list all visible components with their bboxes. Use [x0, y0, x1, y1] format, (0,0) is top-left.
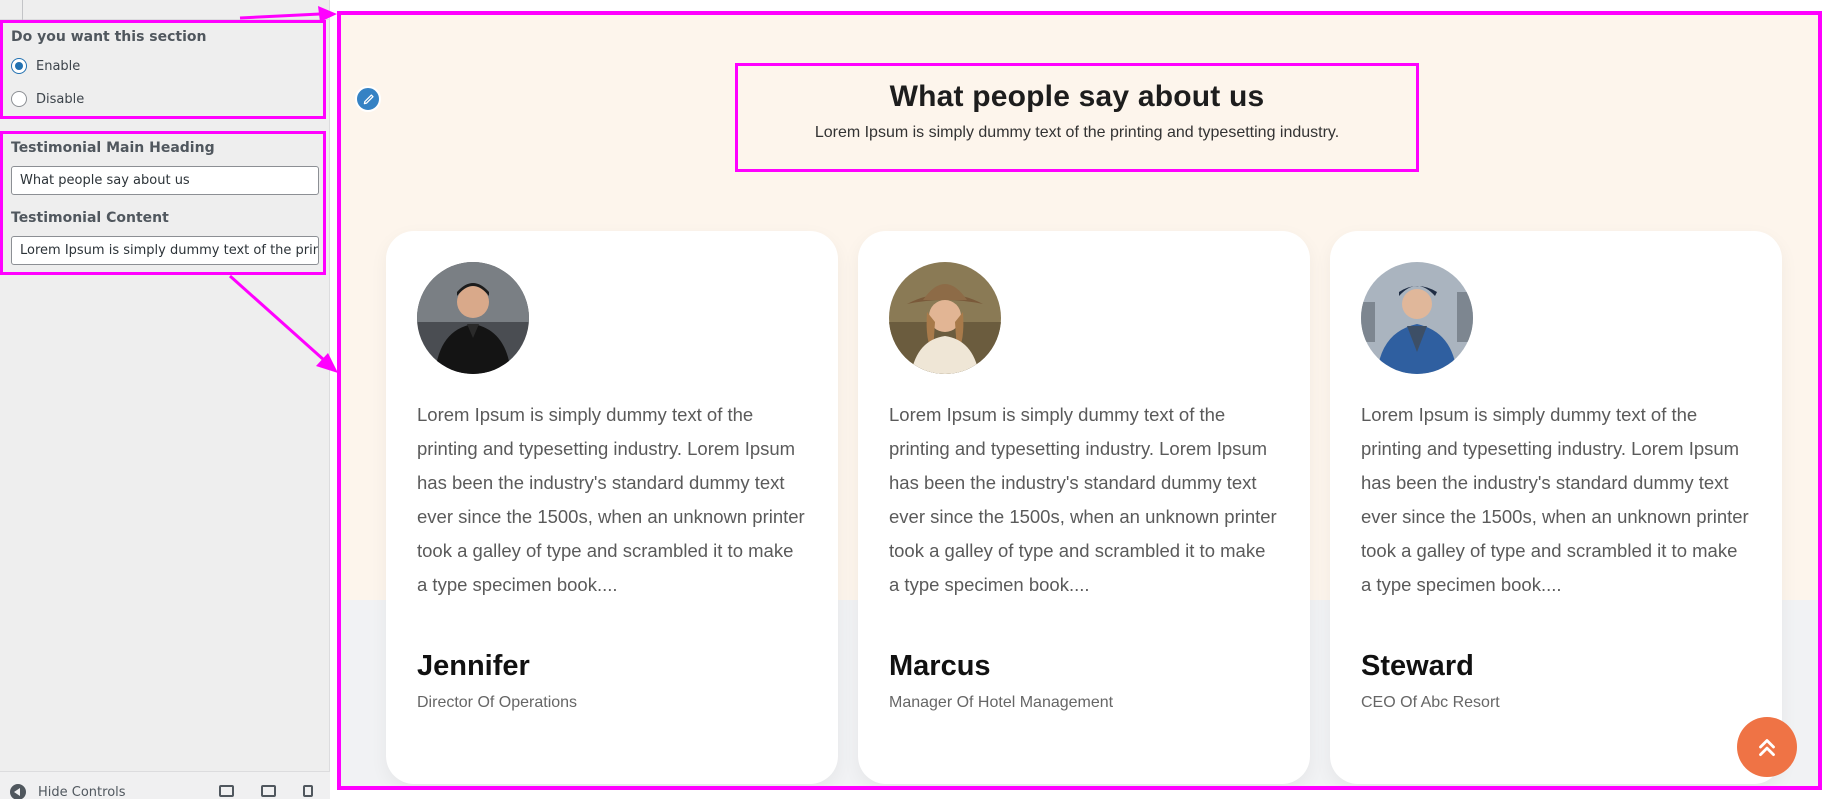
- pencil-icon[interactable]: [362, 93, 375, 106]
- double-chevron-up-icon[interactable]: [1754, 734, 1780, 760]
- testimonial-name: Marcus: [889, 650, 991, 682]
- avatar-steward-image: [1361, 262, 1473, 374]
- heading-field-label: Testimonial Main Heading: [11, 140, 215, 156]
- testimonial-quote: Lorem Ipsum is simply dummy text of the …: [417, 404, 805, 595]
- testimonial-quote: Lorem Ipsum is simply dummy text of the …: [889, 404, 1277, 595]
- testimonial-quote: Lorem Ipsum is simply dummy text of the …: [1361, 404, 1749, 595]
- section-heading-box: What people say about us Lorem Ipsum is …: [735, 63, 1419, 172]
- testimonial-fields-group: Testimonial Main Heading What people say…: [0, 131, 326, 275]
- radio-enable[interactable]: Enable: [11, 57, 80, 75]
- radio-disable-label[interactable]: Disable: [36, 92, 84, 107]
- edit-shortcut-button[interactable]: [355, 86, 381, 112]
- testimonial-card-steward: Lorem Ipsum is simply dummy text of the …: [1330, 231, 1782, 784]
- section-subheading: Lorem Ipsum is simply dummy text of the …: [814, 124, 1340, 141]
- testimonial-name: Jennifer: [417, 650, 530, 682]
- heading-field-input[interactable]: What people say about us: [11, 166, 319, 195]
- section-toggle-title: Do you want this section: [11, 29, 207, 45]
- avatar-marcus: [889, 262, 1001, 374]
- content-field-input[interactable]: Lorem Ipsum is simply dummy text of the …: [11, 236, 319, 265]
- avatar-steward: [1361, 262, 1473, 374]
- radio-enable-input[interactable]: [11, 58, 27, 74]
- section-toggle-group: Do you want this section Enable Disable: [0, 20, 326, 119]
- scroll-to-top-button[interactable]: [1737, 717, 1797, 777]
- avatar-jennifer: [417, 262, 529, 374]
- testimonial-card-jennifer: Lorem Ipsum is simply dummy text of the …: [386, 231, 838, 784]
- collapse-icon[interactable]: [10, 784, 26, 799]
- hide-controls-button[interactable]: Hide Controls: [10, 784, 126, 799]
- testimonial-role: Manager Of Hotel Management: [889, 694, 1114, 711]
- section-heading: What people say about us: [889, 80, 1265, 113]
- panel-tab-divider: [22, 0, 23, 20]
- panel-top-strip: [0, 0, 330, 20]
- radio-disable[interactable]: Disable: [11, 90, 84, 108]
- mobile-icon[interactable]: [303, 785, 313, 797]
- radio-disable-input[interactable]: [11, 91, 27, 107]
- hide-controls-label[interactable]: Hide Controls: [38, 785, 126, 799]
- preview-frame: What people say about us Lorem Ipsum is …: [337, 11, 1822, 790]
- testimonial-role: Director Of Operations: [417, 694, 578, 711]
- panel-footer: Hide Controls: [0, 771, 330, 799]
- testimonial-role: CEO Of Abc Resort: [1361, 694, 1500, 711]
- radio-enable-label[interactable]: Enable: [36, 59, 80, 74]
- content-field-label: Testimonial Content: [11, 210, 169, 226]
- testimonial-card-marcus: Lorem Ipsum is simply dummy text of the …: [858, 231, 1310, 784]
- avatar-marcus-image: [889, 262, 1001, 374]
- customizer-panel: Do you want this section Enable Disable …: [0, 0, 330, 799]
- desktop-icon[interactable]: [219, 785, 234, 797]
- testimonial-name: Steward: [1361, 650, 1474, 682]
- avatar-jennifer-image: [417, 262, 529, 374]
- tablet-icon[interactable]: [261, 785, 276, 797]
